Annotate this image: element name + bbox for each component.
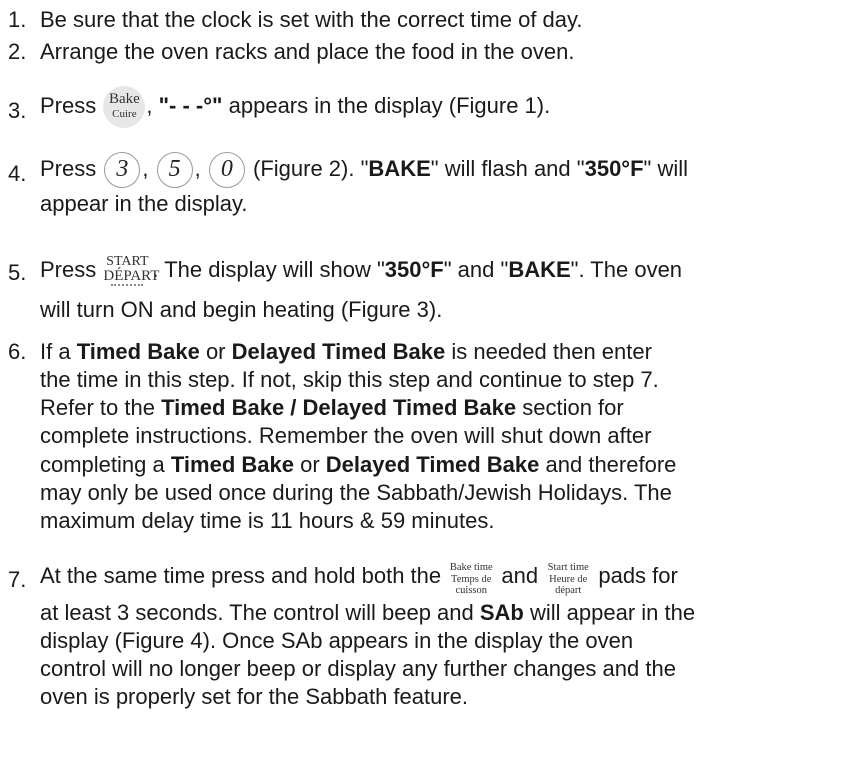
quote: " — [643, 155, 652, 181]
digit-3-pad-icon: 3 — [104, 152, 141, 188]
step-text: Press START DÉPART . The display will sh… — [40, 250, 835, 324]
delayed-timed-bake-term: Delayed Timed Bake — [325, 451, 540, 477]
step-rest: appears in the display (Figure 1). — [228, 92, 551, 118]
step-text: Be sure that the clock is set with the c… — [40, 7, 583, 32]
step-number: 4. — [8, 161, 27, 186]
comma: , — [142, 155, 149, 181]
pad-label-bottom: Cuire — [112, 108, 137, 120]
step-number: 1. — [8, 7, 27, 32]
start-pad-icon: START DÉPART — [103, 250, 160, 292]
and-word: and — [501, 562, 539, 588]
step-number: 3. — [8, 98, 27, 123]
press-word: Press — [40, 92, 97, 118]
and-word: and — [457, 256, 495, 282]
section-reference: Timed Bake / Delayed Timed Bake — [161, 395, 517, 421]
sab-code: SAb — [479, 600, 524, 625]
text-run: Refer to the — [40, 395, 155, 421]
step-line-2: will turn ON and begin heating (Figure 3… — [40, 297, 443, 322]
bake-pad-icon: Bake Cuire — [103, 86, 146, 128]
start-time-pad-icon: Start time Heure de départ — [544, 557, 593, 597]
step-line: control will no longer beep or display a… — [40, 656, 676, 682]
pad-label-bottom: DÉPART — [103, 268, 160, 284]
pad-label-top: Bake — [108, 91, 140, 107]
bake-time-pad-icon: Bake time Temps de cuisson — [447, 557, 496, 597]
quote: " — [430, 155, 439, 181]
pad-label: Bake time — [449, 562, 493, 573]
quote: " — [376, 256, 385, 282]
step-line: oven is properly set for the Sabbath fea… — [40, 684, 469, 710]
step-line: may only be used once during the Sabbath… — [40, 479, 672, 505]
step-text: Press Bake Cuire , "- - -°" appears in t… — [40, 86, 835, 128]
step-text: Press 3, 5, 0 (Figure 2). "BAKE" will fl… — [40, 152, 835, 218]
quote: " — [576, 155, 585, 181]
pad-dots — [111, 284, 144, 286]
display-text: . The display will show — [152, 256, 371, 282]
will-word: will — [657, 155, 689, 181]
figure-ref: (Figure 2). — [253, 155, 355, 181]
text-run: at least 3 seconds. The control will bee… — [40, 600, 474, 625]
text-run: or — [205, 339, 226, 364]
step-line: complete instructions. Remember the oven… — [40, 423, 652, 449]
pad-label: Temps de — [451, 573, 492, 585]
pad-label-top: START — [106, 254, 149, 269]
step-number: 5. — [8, 260, 27, 285]
bake-word: BAKE — [368, 155, 431, 181]
temperature: 350°F — [584, 155, 644, 181]
step-line: display (Figure 4). Once SAb appears in … — [40, 628, 634, 654]
text-run: or — [300, 451, 320, 477]
digit-5-pad-icon: 5 — [156, 152, 193, 188]
pad-label: départ — [555, 585, 582, 597]
timed-bake-term: Timed Bake — [76, 339, 200, 364]
pad-label: Heure de — [549, 573, 588, 585]
display-text: "- - -°" — [158, 92, 223, 118]
step-number: 2. — [8, 39, 27, 64]
text-run: At the same time press and hold both the — [40, 562, 442, 588]
text-run: completing a — [40, 451, 165, 477]
text-run: will appear in the — [530, 600, 696, 625]
bake-word: BAKE — [508, 256, 571, 282]
step-text: At the same time press and hold both the… — [40, 557, 835, 712]
step-text: Arrange the oven racks and place the foo… — [40, 39, 575, 64]
press-word: Press — [40, 256, 97, 282]
flash-text: will flash and — [444, 155, 571, 181]
step-number: 6. — [8, 339, 27, 364]
timed-bake-term: Timed Bake — [170, 451, 294, 477]
text-run: If a — [40, 339, 71, 364]
step-line-2: appear in the display. — [40, 191, 248, 216]
comma: , — [146, 92, 153, 118]
step-line: the time in this step. If not, skip this… — [40, 367, 659, 393]
step-text: If a Timed Bake or Delayed Timed Bake is… — [40, 338, 835, 535]
pad-label: Start time — [547, 562, 589, 573]
step-number: 7. — [8, 567, 27, 592]
text-run: pads for — [598, 562, 678, 588]
pad-label: cuisson — [455, 585, 488, 597]
comma: , — [194, 155, 201, 181]
step-rest: . The oven — [578, 256, 683, 282]
text-run: is needed then enter — [451, 339, 652, 364]
press-word: Press — [40, 155, 97, 181]
text-run: and therefore — [545, 451, 677, 477]
text-run: section for — [522, 395, 624, 421]
step-line: maximum delay time is 11 hours & 59 minu… — [40, 507, 495, 533]
quote: " — [443, 256, 452, 282]
temperature: 350°F — [384, 256, 444, 282]
digit-0-pad-icon: 0 — [208, 152, 245, 188]
delayed-timed-bake-term: Delayed Timed Bake — [231, 339, 446, 364]
